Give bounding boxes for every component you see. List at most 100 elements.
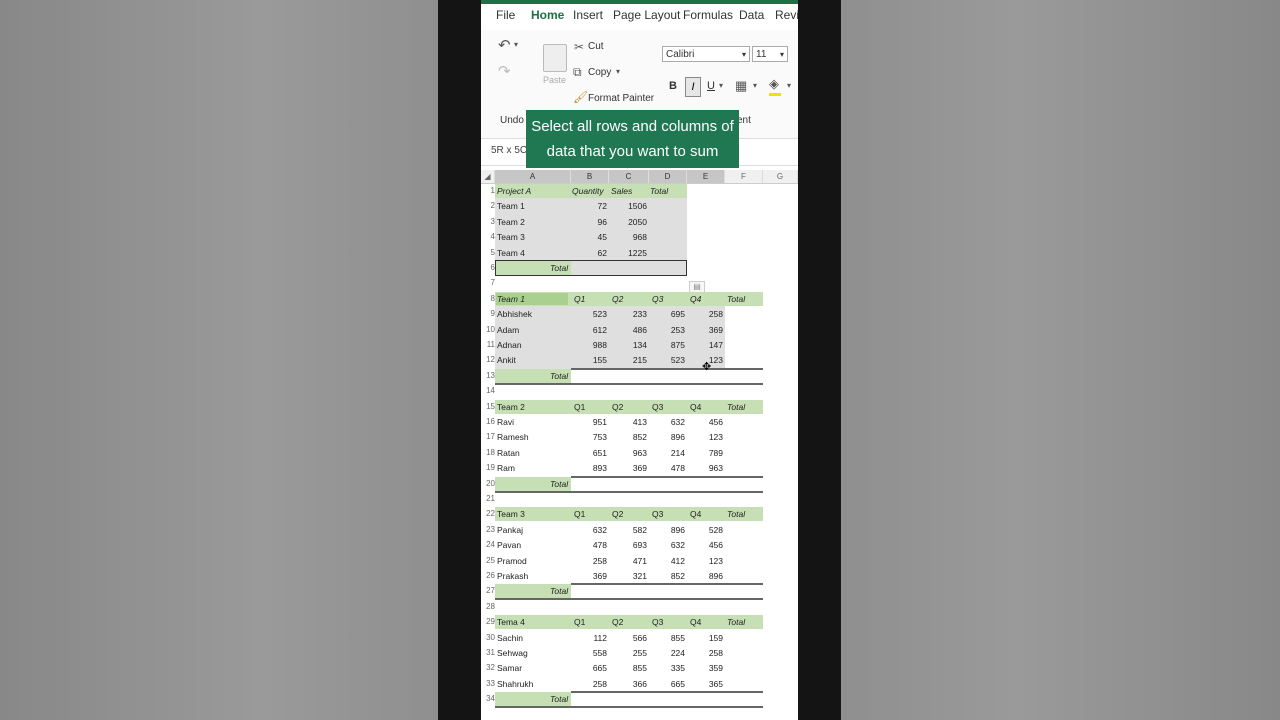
team-header-quarter[interactable]: Q2 (612, 617, 623, 627)
team-row-value[interactable]: 369 (687, 325, 723, 335)
team-header-total[interactable]: Total (727, 509, 745, 519)
team-row-value[interactable]: 456 (687, 540, 723, 550)
team-row-value[interactable]: 612 (571, 325, 607, 335)
team-header-title[interactable]: Team 3 (497, 509, 525, 519)
team-row-value[interactable]: 456 (687, 417, 723, 427)
worksheet-grid[interactable]: 1 2 3 4 5 6 7 8 9 10 11 12 13 14 15 16 17 18 19 20 21 22 23 24 2… (481, 184, 798, 720)
team-header-quarter[interactable]: Q4 (690, 509, 701, 519)
team-row-value[interactable]: 753 (571, 432, 607, 442)
team-row-value[interactable]: 413 (609, 417, 647, 427)
team-row-name[interactable]: Sehwag (497, 648, 528, 658)
team-row-value[interactable]: 528 (687, 525, 723, 535)
team-row-value[interactable]: 951 (571, 417, 607, 427)
chevron-down-icon[interactable]: ▾ (753, 81, 757, 90)
team-row-name[interactable]: Ramesh (497, 432, 529, 442)
project-row-sales[interactable]: 968 (609, 232, 647, 242)
copy-button[interactable]: Copy (588, 67, 611, 78)
team-header-quarter[interactable]: Q1 (574, 509, 585, 519)
row-header[interactable]: 15 (481, 402, 495, 411)
copy-icon[interactable]: ⧉ (573, 65, 582, 80)
team-row-value[interactable]: 366 (609, 679, 647, 689)
team-row-name[interactable]: Adam (497, 325, 519, 335)
project-header-total[interactable]: Total (650, 186, 668, 196)
team-row-value[interactable]: 855 (609, 663, 647, 673)
fill-color-icon[interactable]: ◈ (769, 76, 779, 92)
project-header-quantity[interactable]: Quantity (572, 186, 604, 196)
cut-button[interactable]: Cut (588, 41, 604, 52)
team-row-name[interactable]: Ram (497, 463, 515, 473)
row-header[interactable]: 33 (481, 679, 495, 688)
scissors-icon[interactable]: ✂ (574, 40, 584, 54)
paste-button[interactable]: Paste (543, 75, 566, 85)
team-row-name[interactable]: Pramod (497, 556, 527, 566)
team-row-value[interactable]: 321 (609, 571, 647, 581)
team-header-title[interactable]: Tema 4 (497, 617, 525, 627)
team-row-value[interactable]: 258 (571, 556, 607, 566)
row-header[interactable]: 9 (481, 309, 495, 318)
row-header[interactable]: 17 (481, 432, 495, 441)
redo-icon[interactable]: ↷ (498, 62, 511, 80)
format-painter-button[interactable]: Format Painter (588, 93, 654, 104)
project-row-quantity[interactable]: 96 (571, 217, 607, 227)
tab-file[interactable]: File (496, 8, 515, 22)
team-total-label[interactable]: Total (550, 586, 568, 596)
team-row-value[interactable]: 651 (571, 448, 607, 458)
team-row-value[interactable]: 335 (649, 663, 685, 673)
project-row-quantity[interactable]: 62 (571, 248, 607, 258)
team-header-title[interactable]: Team 1 (497, 294, 525, 304)
team-row-value[interactable]: 695 (649, 309, 685, 319)
row-header[interactable]: 34 (481, 694, 495, 703)
team-header-quarter[interactable]: Q3 (652, 294, 663, 304)
tab-data[interactable]: Data (739, 8, 764, 22)
team-header-total[interactable]: Total (727, 294, 745, 304)
project-total-label[interactable]: Total (550, 263, 568, 273)
team-row-value[interactable]: 369 (571, 571, 607, 581)
project-row-name[interactable]: Team 3 (497, 232, 525, 242)
column-header-b[interactable]: B (571, 170, 609, 183)
row-header[interactable]: 21 (481, 494, 495, 503)
team-header-quarter[interactable]: Q2 (612, 294, 623, 304)
team-row-value[interactable]: 852 (609, 432, 647, 442)
row-header[interactable]: 2 (481, 201, 495, 210)
team-header-quarter[interactable]: Q2 (612, 402, 623, 412)
team-row-value[interactable]: 566 (609, 633, 647, 643)
team-row-value[interactable]: 159 (687, 633, 723, 643)
team-row-value[interactable]: 665 (649, 679, 685, 689)
team-row-value[interactable]: 112 (571, 633, 607, 643)
team-row-value[interactable]: 365 (687, 679, 723, 689)
row-header[interactable]: 25 (481, 556, 495, 565)
row-header[interactable]: 11 (481, 340, 495, 349)
team-row-value[interactable]: 215 (609, 355, 647, 365)
team-row-value[interactable]: 258 (687, 309, 723, 319)
team-total-label[interactable]: Total (550, 371, 568, 381)
borders-icon[interactable]: ▦ (735, 78, 747, 94)
font-name-select[interactable]: Calibri ▾ (662, 46, 750, 62)
column-header-f[interactable]: F (725, 170, 763, 183)
team-row-name[interactable]: Sachin (497, 633, 523, 643)
column-header-g[interactable]: G (763, 170, 798, 183)
chevron-down-icon[interactable]: ▾ (719, 81, 723, 90)
team-row-value[interactable]: 896 (649, 525, 685, 535)
team-row-value[interactable]: 523 (649, 355, 685, 365)
chevron-down-icon[interactable]: ▾ (616, 67, 620, 76)
team-row-value[interactable]: 789 (687, 448, 723, 458)
tab-insert[interactable]: Insert (573, 8, 603, 22)
bold-button[interactable]: B (669, 80, 677, 92)
team-header-quarter[interactable]: Q1 (574, 294, 585, 304)
chevron-down-icon[interactable]: ▾ (787, 81, 791, 90)
row-header[interactable]: 19 (481, 463, 495, 472)
team-header-quarter[interactable]: Q4 (690, 402, 701, 412)
team-row-value[interactable]: 258 (687, 648, 723, 658)
team-row-value[interactable]: 155 (571, 355, 607, 365)
team-row-value[interactable]: 852 (649, 571, 685, 581)
team-header-quarter[interactable]: Q2 (612, 509, 623, 519)
team-total-label[interactable]: Total (550, 694, 568, 704)
team-row-value[interactable]: 123 (687, 432, 723, 442)
project-row-name[interactable]: Team 4 (497, 248, 525, 258)
team-header-quarter[interactable]: Q3 (652, 402, 663, 412)
row-header[interactable]: 32 (481, 663, 495, 672)
row-header[interactable]: 18 (481, 448, 495, 457)
tab-page-layout[interactable]: Page Layout (613, 8, 680, 22)
team-row-name[interactable]: Samar (497, 663, 522, 673)
team-row-value[interactable]: 255 (609, 648, 647, 658)
